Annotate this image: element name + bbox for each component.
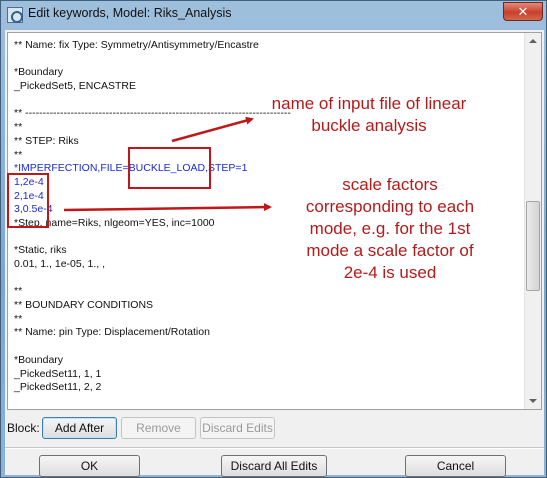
block-label: Block: xyxy=(7,421,40,435)
annotation-line: name of input file of linear xyxy=(271,94,467,113)
close-button[interactable]: ✕ xyxy=(503,2,543,21)
ok-button[interactable]: OK xyxy=(39,455,140,477)
keyword-line[interactable]: ** xyxy=(14,313,514,327)
keyword-line[interactable]: _PickedSet11, 1, 1 xyxy=(14,368,514,382)
scroll-down-arrow-icon[interactable] xyxy=(525,392,541,409)
scroll-up-arrow-icon[interactable] xyxy=(525,33,541,50)
annotation-line: 2e-4 is used xyxy=(343,263,437,282)
vertical-scrollbar[interactable] xyxy=(524,33,541,409)
scale-factors-highlight-box xyxy=(7,173,49,228)
keyword-line[interactable]: ** Name: fix Type: Symmetry/Antisymmetry… xyxy=(14,39,514,53)
discard-edits-button[interactable]: Discard Edits xyxy=(200,417,275,439)
remove-button[interactable]: Remove xyxy=(121,417,196,439)
annotation-line: corresponding to each xyxy=(305,197,475,216)
cancel-button[interactable]: Cancel xyxy=(405,455,506,477)
input-file-annotation: name of input file of linear buckle anal… xyxy=(254,93,484,137)
keyword-line[interactable] xyxy=(14,340,514,354)
keyword-line[interactable]: ** xyxy=(14,285,514,299)
input-file-highlight-box xyxy=(128,147,211,189)
annotation-line: mode a scale factor of xyxy=(306,241,474,260)
separator xyxy=(5,447,544,449)
scale-factor-annotation: scale factors corresponding to each mode… xyxy=(276,174,504,284)
keyword-line[interactable]: _PickedSet11, 2, 2 xyxy=(14,381,514,395)
scrollbar-thumb[interactable] xyxy=(526,201,540,291)
keyword-line[interactable]: ** xyxy=(14,149,514,163)
add-after-button[interactable]: Add After xyxy=(42,417,117,439)
keyword-line[interactable]: _PickedSet5, ENCASTRE xyxy=(14,80,514,94)
window-title: Edit keywords, Model: Riks_Analysis xyxy=(28,6,232,20)
keyword-line[interactable]: *Boundary xyxy=(14,354,514,368)
annotation-line: buckle analysis xyxy=(311,116,427,135)
annotation-line: mode, e.g. for the 1st xyxy=(309,219,471,238)
app-icon xyxy=(7,7,23,23)
annotation-line: scale factors xyxy=(342,175,438,194)
keyword-line[interactable]: *Boundary xyxy=(14,66,514,80)
discard-all-edits-button[interactable]: Discard All Edits xyxy=(221,455,327,477)
title-bar[interactable]: Edit keywords, Model: Riks_Analysis ✕ xyxy=(1,1,547,30)
keyword-line[interactable] xyxy=(14,53,514,67)
keyword-line[interactable]: ** Name: pin Type: Displacement/Rotation xyxy=(14,326,514,340)
keyword-line[interactable]: ** BOUNDARY CONDITIONS xyxy=(14,299,514,313)
